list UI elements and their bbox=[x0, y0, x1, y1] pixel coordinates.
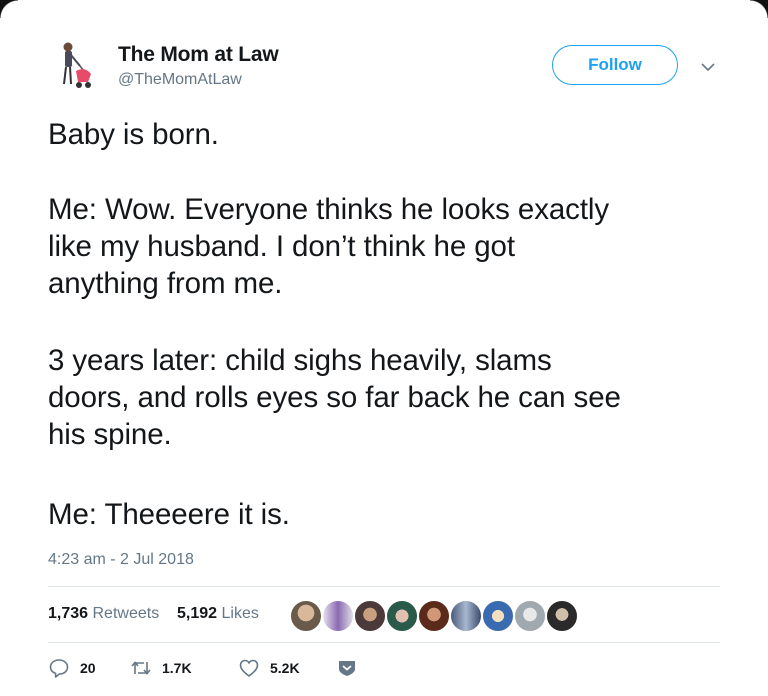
liker-avatar[interactable] bbox=[322, 600, 354, 632]
author-avatar[interactable] bbox=[46, 38, 102, 94]
tweet-line: doors, and rolls eyes so far back he can… bbox=[48, 381, 621, 414]
tweet-line: 3 years later: child sighs heavily, slam… bbox=[48, 344, 552, 377]
retweet-button[interactable]: 1.7K bbox=[130, 657, 192, 679]
tweet-paragraph: Baby is born. bbox=[48, 116, 219, 153]
reply-button[interactable]: 20 bbox=[48, 657, 96, 679]
tweet-paragraph: 3 years later: child sighs heavily, slam… bbox=[48, 342, 621, 453]
liker-avatar[interactable] bbox=[290, 600, 322, 632]
author-handle[interactable]: @TheMomAtLaw bbox=[118, 71, 242, 89]
retweet-icon bbox=[131, 661, 151, 675]
window-corner bbox=[0, 0, 18, 18]
chevron-down-icon[interactable] bbox=[699, 58, 717, 76]
tweet-line: Me: Wow. Everyone thinks he looks exactl… bbox=[48, 193, 610, 226]
divider bbox=[48, 642, 720, 643]
liker-avatar[interactable] bbox=[546, 600, 578, 632]
liker-avatar[interactable] bbox=[354, 600, 386, 632]
direct-message-button[interactable] bbox=[336, 657, 358, 679]
liker-avatar[interactable] bbox=[482, 600, 514, 632]
tweet-line: Baby is born. bbox=[48, 118, 219, 151]
reply-icon bbox=[49, 659, 69, 678]
direct-message-icon bbox=[339, 661, 355, 676]
liker-avatar[interactable] bbox=[418, 600, 450, 632]
tweet-line: anything from me. bbox=[48, 267, 283, 300]
tweet-line: Me: Theeeere it is. bbox=[48, 498, 290, 531]
likes-count: 5,192 bbox=[177, 605, 218, 622]
tweet-line: his spine. bbox=[48, 418, 172, 451]
tweet-paragraph: Me: Theeeere it is. bbox=[48, 496, 290, 533]
likes-label: Likes bbox=[221, 605, 259, 622]
reply-count: 20 bbox=[80, 660, 96, 676]
follow-button[interactable]: Follow bbox=[552, 45, 678, 85]
retweets-stat[interactable]: 1,736 Retweets bbox=[48, 605, 159, 623]
liker-avatar[interactable] bbox=[386, 600, 418, 632]
liker-avatar[interactable] bbox=[514, 600, 546, 632]
liker-avatar[interactable] bbox=[450, 600, 482, 632]
tweet-card: The Mom at Law @TheMomAtLaw Follow Baby … bbox=[0, 0, 768, 696]
retweets-label: Retweets bbox=[92, 605, 160, 622]
likes-stat[interactable]: 5,192 Likes bbox=[177, 605, 259, 623]
heart-icon bbox=[239, 659, 259, 677]
tweet-paragraph: Me: Wow. Everyone thinks he looks exactl… bbox=[48, 191, 609, 302]
tweet-line: like my husband. I don’t think he got bbox=[48, 230, 515, 263]
retweet-count: 1.7K bbox=[162, 660, 192, 676]
retweets-count: 1,736 bbox=[48, 605, 89, 622]
tweet-timestamp[interactable]: 4:23 am - 2 Jul 2018 bbox=[48, 551, 194, 569]
divider bbox=[48, 586, 720, 587]
like-button[interactable]: 5.2K bbox=[238, 657, 300, 679]
author-name[interactable]: The Mom at Law bbox=[118, 43, 279, 67]
window-corner bbox=[750, 0, 768, 18]
like-count: 5.2K bbox=[270, 660, 300, 676]
